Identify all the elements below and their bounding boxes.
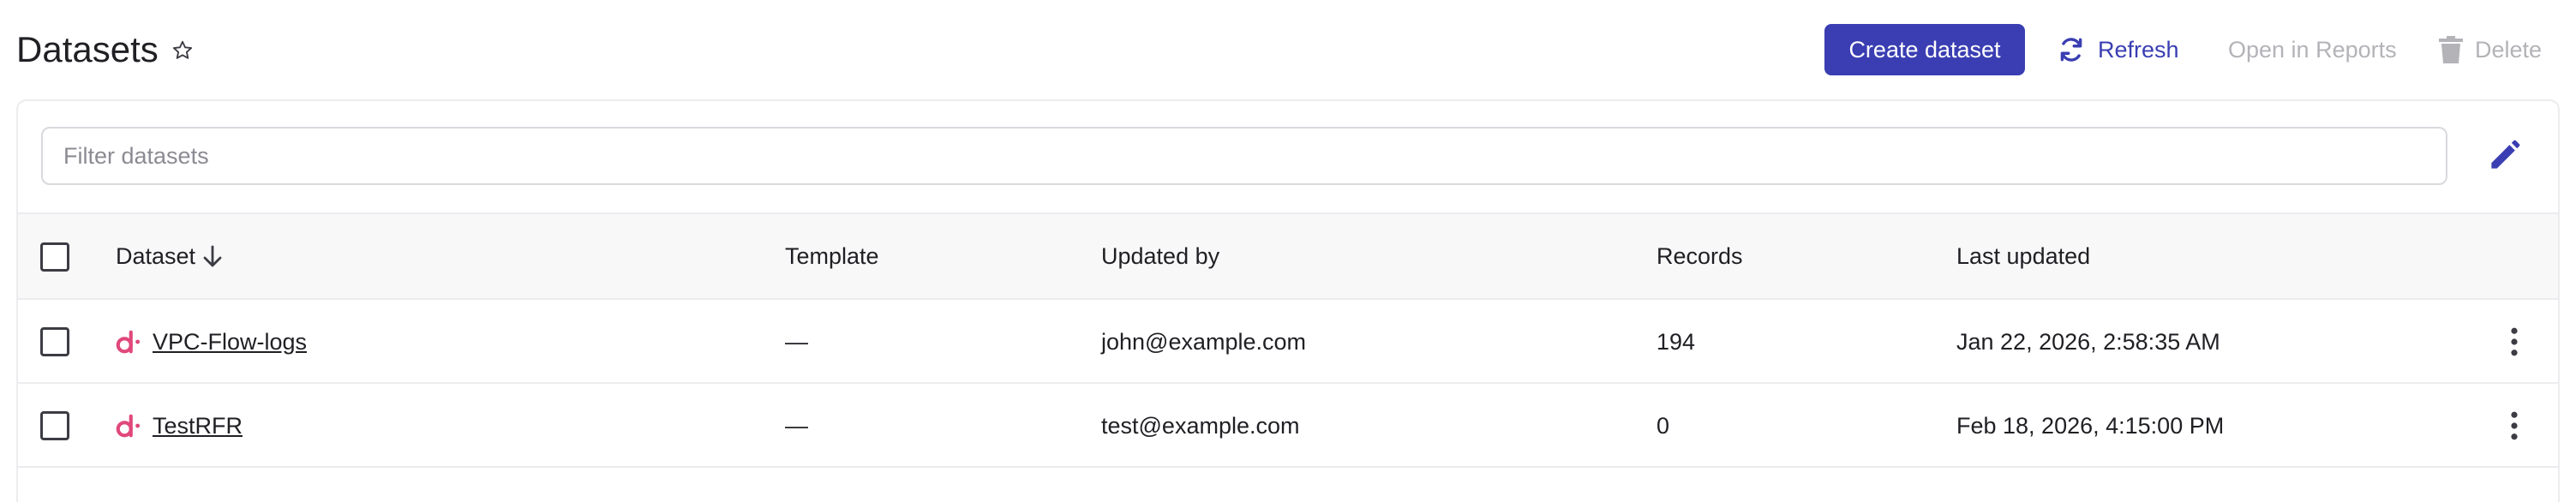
template-cell: — [785, 413, 808, 439]
table-row[interactable]: VPC-Flow-logs — john@example.com 194 Jan… [18, 300, 2558, 384]
pencil-icon[interactable] [2485, 137, 2523, 175]
dataset-name-link[interactable]: TestRFR [153, 411, 243, 440]
dataset-name-link[interactable]: VPC-Flow-logs [153, 327, 307, 356]
template-cell: — [785, 329, 808, 355]
updated-by-cell: test@example.com [1101, 413, 1300, 439]
column-header-last-updated[interactable]: Last updated [1956, 242, 2090, 271]
last-updated-cell: Feb 18, 2026, 4:15:00 PM [1956, 413, 2225, 439]
refresh-label: Refresh [2098, 36, 2179, 63]
table-row[interactable]: TestRFR — test@example.com 0 Feb 18, 202… [18, 384, 2558, 468]
refresh-icon [2060, 38, 2082, 62]
page-header: Datasets Create dataset Refresh Open in … [0, 0, 2576, 99]
page-title: Datasets [16, 29, 159, 69]
refresh-button[interactable]: Refresh [2057, 24, 2179, 75]
column-header-records[interactable]: Records [1656, 242, 1743, 271]
open-in-reports-label: Open in Reports [2228, 36, 2397, 63]
row-checkbox[interactable] [40, 411, 69, 440]
last-updated-cell: Jan 22, 2026, 2:58:35 AM [1956, 329, 2220, 355]
more-options-icon[interactable] [2509, 327, 2519, 356]
table-header: Dataset Template Updated by Records Last… [18, 212, 2558, 300]
delete-button[interactable]: Delete [2439, 24, 2542, 75]
column-header-template[interactable]: Template [785, 242, 879, 271]
row-checkbox[interactable] [40, 327, 69, 356]
star-outline-icon[interactable] [171, 39, 195, 63]
open-in-reports-button[interactable]: Open in Reports [2228, 24, 2397, 75]
create-dataset-button[interactable]: Create dataset [1824, 24, 2025, 75]
dataset-icon [116, 330, 141, 354]
delete-label: Delete [2475, 36, 2543, 63]
filter-datasets-input[interactable] [41, 127, 2447, 185]
column-header-dataset[interactable]: Dataset [116, 242, 195, 271]
arrow-down-icon[interactable] [202, 245, 223, 269]
dataset-icon [116, 414, 141, 438]
more-options-icon[interactable] [2509, 411, 2519, 440]
records-cell: 194 [1656, 329, 1696, 355]
trash-icon [2439, 36, 2463, 63]
select-all-checkbox[interactable] [40, 242, 69, 272]
records-cell: 0 [1656, 413, 1670, 439]
column-header-updated-by[interactable]: Updated by [1101, 242, 1219, 271]
updated-by-cell: john@example.com [1101, 329, 1307, 355]
